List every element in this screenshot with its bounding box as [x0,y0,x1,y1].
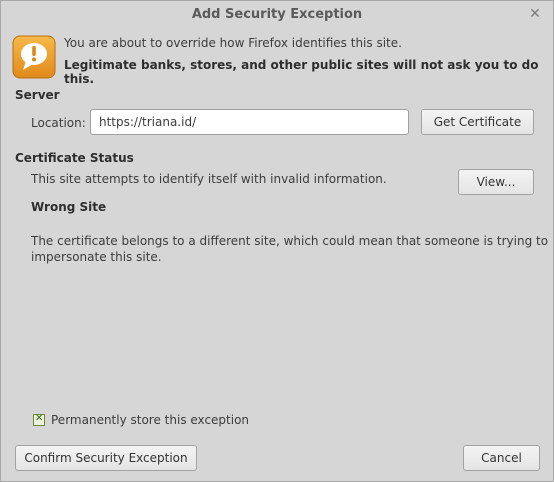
title-bar: Add Security Exception ✕ [1,1,553,29]
location-label: Location: [31,116,86,130]
server-section-title: Server [15,88,60,102]
dialog-title: Add Security Exception [191,7,363,22]
get-certificate-button[interactable]: Get Certificate [421,109,534,135]
add-security-exception-dialog: Add Security Exception ✕ You are about t… [0,0,554,482]
problem-description-line-2: impersonate this site. [31,250,162,264]
intro-line-2: Legitimate banks, stores, and other publ… [64,58,539,86]
warning-icon [12,35,56,79]
location-input[interactable] [90,109,409,135]
permanent-store-label[interactable]: Permanently store this exception [51,413,249,427]
cancel-button[interactable]: Cancel [463,445,540,471]
certificate-status-title: Certificate Status [15,151,134,165]
problem-description-line-1: The certificate belongs to a different s… [31,234,549,248]
confirm-security-exception-button[interactable]: Confirm Security Exception [15,445,197,471]
close-icon[interactable]: ✕ [527,6,543,22]
intro-line-1: You are about to override how Firefox id… [64,36,402,50]
problem-title: Wrong Site [31,200,107,214]
permanent-store-checkbox[interactable] [33,413,45,426]
certificate-status-summary: This site attempts to identify itself wi… [31,172,387,186]
view-button[interactable]: View... [458,169,534,195]
